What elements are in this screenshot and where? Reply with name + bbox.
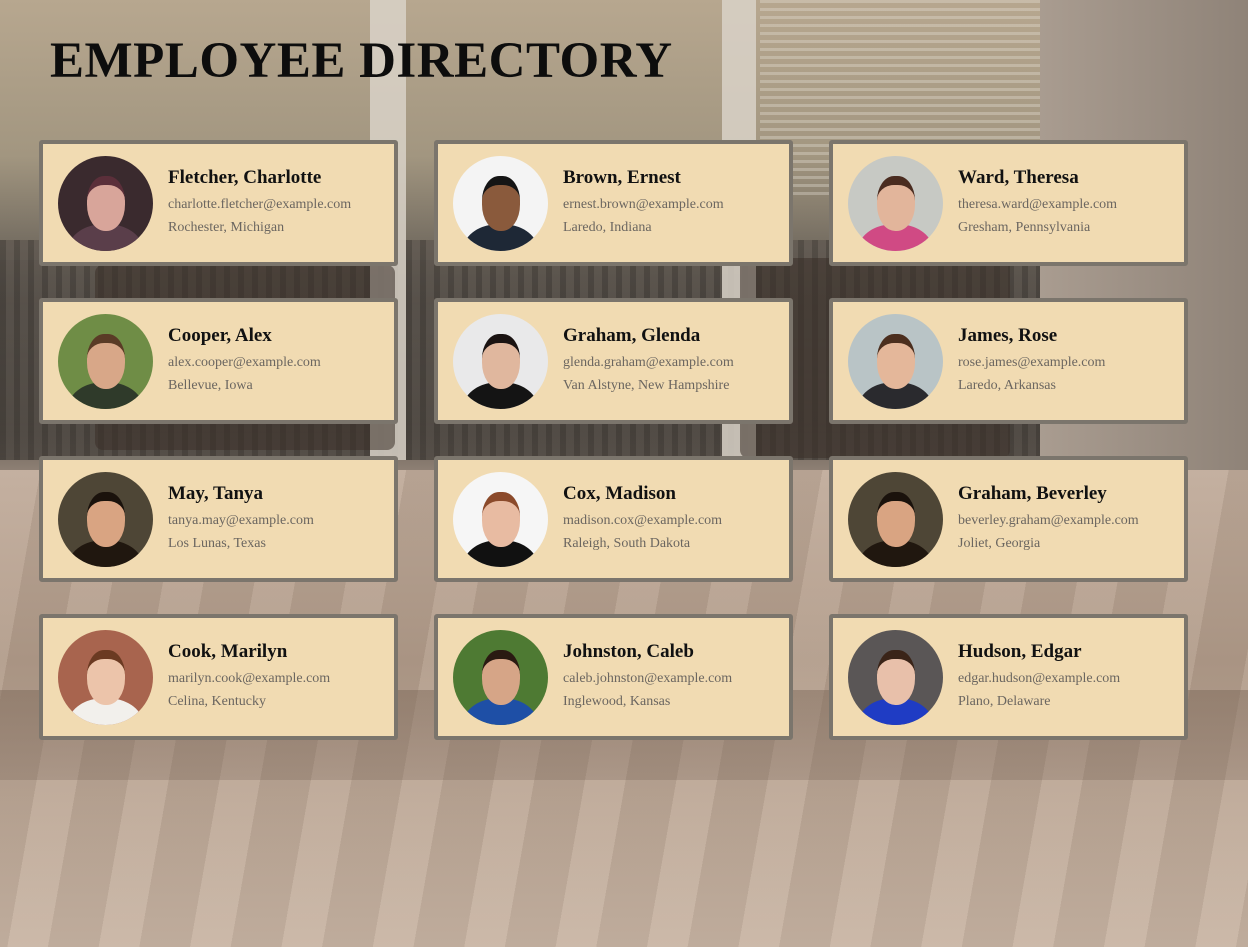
employee-location: Celina, Kentucky: [168, 694, 266, 709]
employee-email: marilyn.cook@example.com: [168, 671, 331, 686]
page-title: EMPLOYEE DIRECTORY: [50, 33, 673, 89]
employee-card[interactable]: Graham, Beverley beverley.graham@example…: [829, 456, 1188, 582]
avatar-face: [86, 650, 125, 705]
employee-location: Laredo, Indiana: [563, 220, 652, 235]
avatar: [848, 629, 943, 725]
employee-info: Cooper, Alex alex.cooper@example.com Bel…: [168, 325, 321, 397]
employee-card[interactable]: Ward, Theresa theresa.ward@example.com G…: [829, 140, 1188, 266]
employee-email: glenda.graham@example.com: [563, 355, 734, 370]
employee-location: Inglewood, Kansas: [563, 694, 671, 709]
employee-info: Ward, Theresa theresa.ward@example.com G…: [958, 167, 1117, 239]
employee-info: Cox, Madison madison.cox@example.com Ral…: [563, 483, 722, 555]
employee-name: Graham, Beverley: [958, 483, 1107, 504]
employee-name: Brown, Ernest: [563, 167, 681, 188]
employee-card[interactable]: Cooper, Alex alex.cooper@example.com Bel…: [39, 298, 398, 424]
avatar: [58, 629, 153, 725]
employee-name: Cooper, Alex: [168, 325, 272, 346]
employee-info: Graham, Beverley beverley.graham@example…: [958, 483, 1139, 555]
employee-location: Laredo, Arkansas: [958, 378, 1056, 393]
employee-email: rose.james@example.com: [958, 355, 1106, 370]
avatar-face: [876, 334, 915, 389]
avatar: [848, 313, 943, 409]
employee-info: James, Rose rose.james@example.com Lared…: [958, 325, 1105, 397]
avatar: [58, 471, 153, 567]
employee-email: ernest.brown@example.com: [563, 197, 724, 212]
avatar-face: [86, 492, 125, 547]
employee-email: tanya.may@example.com: [168, 513, 314, 528]
avatar: [453, 629, 548, 725]
employee-name: James, Rose: [958, 325, 1058, 346]
employee-location: Bellevue, Iowa: [168, 378, 253, 393]
employee-name: Hudson, Edgar: [958, 641, 1082, 662]
employee-location: Rochester, Michigan: [168, 220, 285, 235]
employee-name: Johnston, Caleb: [563, 641, 694, 662]
employee-location: Plano, Delaware: [958, 694, 1051, 709]
employee-location: Raleigh, South Dakota: [563, 536, 691, 551]
avatar-face: [876, 650, 915, 705]
employee-info: Graham, Glenda glenda.graham@example.com…: [563, 325, 734, 397]
employee-name: May, Tanya: [168, 483, 264, 504]
avatar-face: [481, 650, 520, 705]
employee-location: Joliet, Georgia: [958, 536, 1041, 551]
employee-card[interactable]: James, Rose rose.james@example.com Lared…: [829, 298, 1188, 424]
employee-card[interactable]: Fletcher, Charlotte charlotte.fletcher@e…: [39, 140, 398, 266]
employee-card[interactable]: Cook, Marilyn marilyn.cook@example.com C…: [39, 614, 398, 740]
employee-email: edgar.hudson@example.com: [958, 671, 1121, 686]
employee-card[interactable]: Johnston, Caleb caleb.johnston@example.c…: [434, 614, 793, 740]
employee-name: Fletcher, Charlotte: [168, 167, 322, 188]
avatar-face: [481, 176, 520, 231]
employee-name: Ward, Theresa: [958, 167, 1079, 188]
employee-info: Fletcher, Charlotte charlotte.fletcher@e…: [168, 167, 351, 239]
employee-card[interactable]: Cox, Madison madison.cox@example.com Ral…: [434, 456, 793, 582]
employee-info: May, Tanya tanya.may@example.com Los Lun…: [168, 483, 314, 555]
avatar: [453, 155, 548, 251]
avatar-face: [876, 492, 915, 547]
avatar: [453, 313, 548, 409]
avatar-face: [481, 492, 520, 547]
employee-email: caleb.johnston@example.com: [563, 671, 733, 686]
employee-email: madison.cox@example.com: [563, 513, 723, 528]
employee-email: beverley.graham@example.com: [958, 513, 1139, 528]
avatar: [848, 155, 943, 251]
employee-card[interactable]: Graham, Glenda glenda.graham@example.com…: [434, 298, 793, 424]
employee-name: Cox, Madison: [563, 483, 676, 504]
avatar: [58, 155, 153, 251]
employee-card[interactable]: May, Tanya tanya.may@example.com Los Lun…: [39, 456, 398, 582]
employee-location: Los Lunas, Texas: [168, 536, 266, 551]
employee-info: Hudson, Edgar edgar.hudson@example.com P…: [958, 641, 1120, 713]
employee-info: Cook, Marilyn marilyn.cook@example.com C…: [168, 641, 330, 713]
avatar-face: [86, 334, 125, 389]
employee-name: Cook, Marilyn: [168, 641, 288, 662]
employee-info: Johnston, Caleb caleb.johnston@example.c…: [563, 641, 732, 713]
employee-location: Gresham, Pennsylvania: [958, 220, 1091, 235]
employee-info: Brown, Ernest ernest.brown@example.com L…: [563, 167, 724, 239]
avatar: [58, 313, 153, 409]
employee-grid: Fletcher, Charlotte charlotte.fletcher@e…: [39, 140, 1191, 740]
avatar-face: [86, 176, 125, 231]
employee-email: alex.cooper@example.com: [168, 355, 321, 370]
avatar: [848, 471, 943, 567]
employee-name: Graham, Glenda: [563, 325, 701, 346]
employee-card[interactable]: Brown, Ernest ernest.brown@example.com L…: [434, 140, 793, 266]
employee-email: theresa.ward@example.com: [958, 197, 1118, 212]
avatar-face: [876, 176, 915, 231]
avatar-face: [481, 334, 520, 389]
avatar: [453, 471, 548, 567]
employee-location: Van Alstyne, New Hampshire: [563, 378, 730, 393]
employee-card[interactable]: Hudson, Edgar edgar.hudson@example.com P…: [829, 614, 1188, 740]
employee-email: charlotte.fletcher@example.com: [168, 197, 352, 212]
